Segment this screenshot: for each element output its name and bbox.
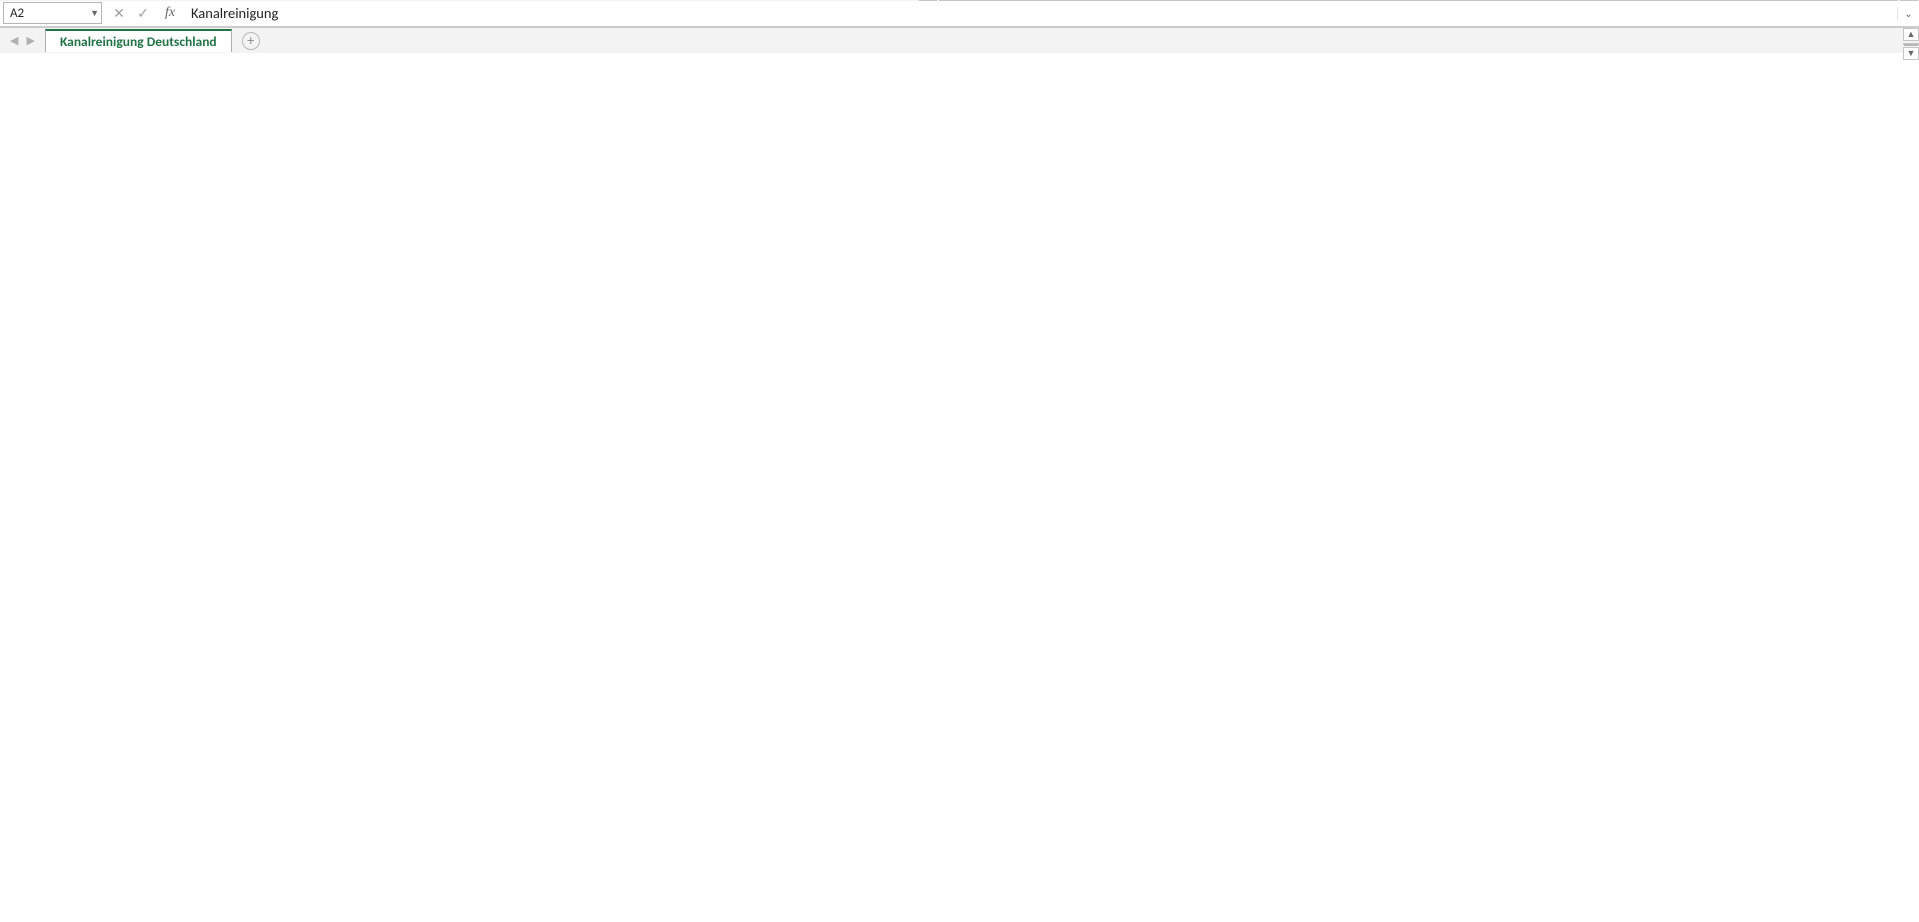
tab-nav-next-icon[interactable]: ▶ xyxy=(22,34,38,47)
scroll-down-icon[interactable]: ▼ xyxy=(1903,47,1919,60)
sheet-tab-active[interactable]: Kanalreinigung Deutschland xyxy=(45,29,232,52)
scroll-track[interactable] xyxy=(939,0,1899,1)
expand-formula-bar-icon[interactable]: ⌄ xyxy=(1897,7,1919,20)
scroll-left-icon[interactable]: ◀ xyxy=(919,0,937,1)
formula-input[interactable]: Kanalreinigung xyxy=(185,4,1897,22)
scroll-up-icon[interactable]: ▲ xyxy=(1903,28,1919,41)
cancel-icon xyxy=(107,2,131,24)
sheet-tab-bar: ◀ ▶ Kanalreinigung Deutschland + xyxy=(0,27,1919,53)
scroll-thumb[interactable] xyxy=(1904,44,1918,46)
fx-icon[interactable]: fx xyxy=(155,5,185,21)
cell-reference: A2 xyxy=(10,6,24,21)
name-box[interactable]: A2 ▼ xyxy=(3,2,102,24)
chevron-down-icon[interactable]: ▼ xyxy=(90,8,99,19)
scroll-track[interactable] xyxy=(1903,43,1919,45)
tab-nav-prev-icon[interactable]: ◀ xyxy=(6,34,22,47)
enter-icon xyxy=(131,2,155,24)
formula-bar: A2 ▼ fx Kanalreinigung ⌄ xyxy=(0,0,1919,27)
scroll-right-icon[interactable]: ▶ xyxy=(1900,0,1918,1)
new-sheet-icon[interactable]: + xyxy=(242,32,260,50)
horizontal-scrollbar[interactable]: ⋮ ◀ ▶ xyxy=(0,0,1919,1)
